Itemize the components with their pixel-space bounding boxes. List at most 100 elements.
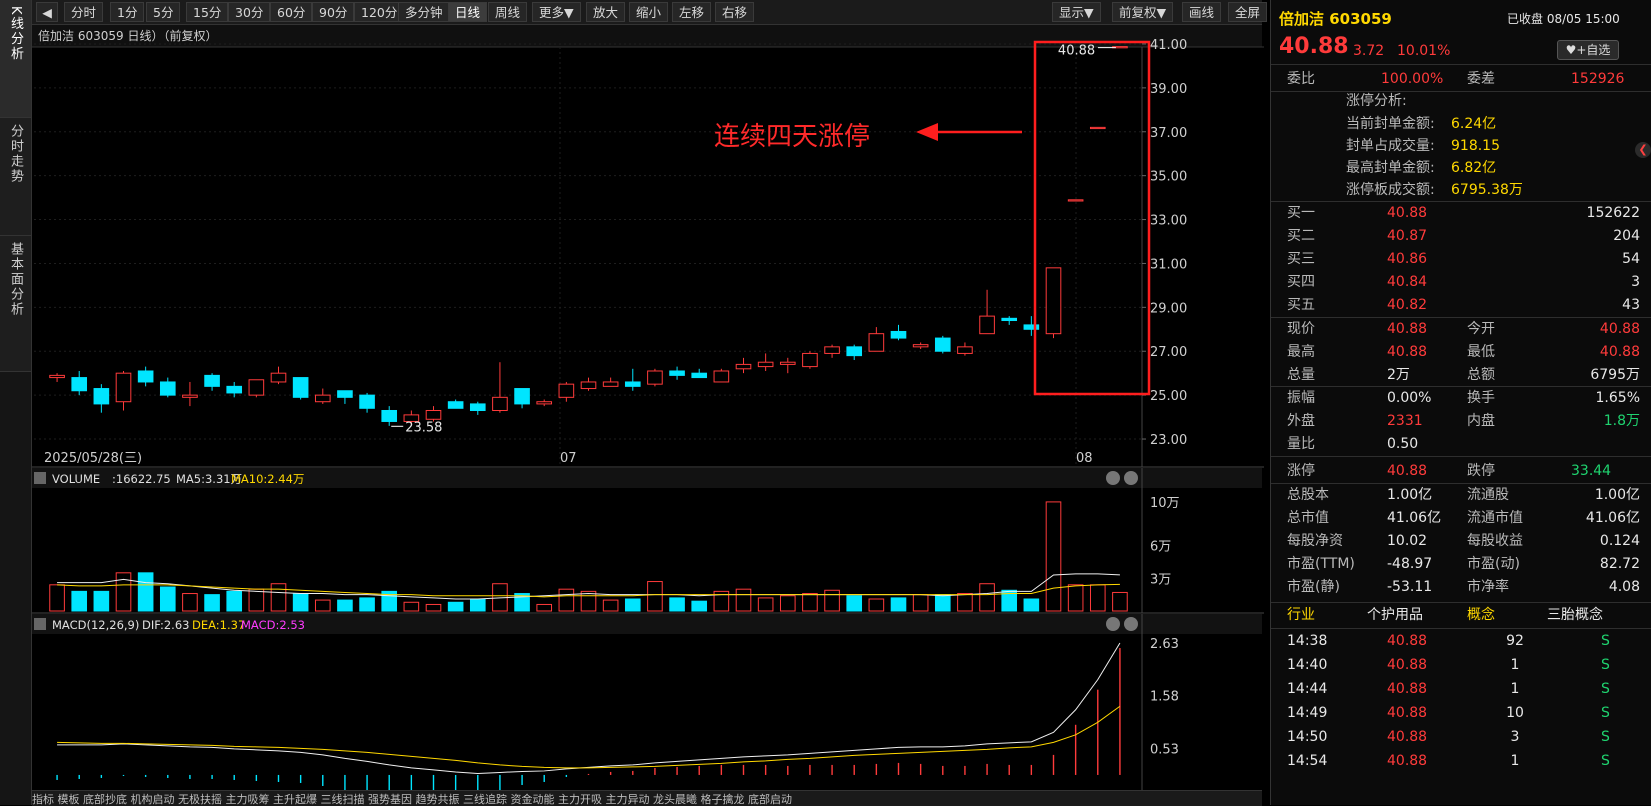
tab-label: 基本面分析 [8, 242, 23, 317]
candle-body [934, 337, 951, 352]
period-label: 多分钟 [405, 5, 443, 20]
back-arrow-icon[interactable]: ◀ [36, 2, 58, 22]
bid-volume: 204 [1613, 228, 1640, 244]
candle-body [957, 346, 973, 354]
price-tick-label: 33.00 [1150, 214, 1187, 229]
tick-volume: 92 [1506, 633, 1524, 649]
period-button[interactable]: 日线 [448, 2, 488, 22]
kline-chart[interactable]: 倍加洁 603059 日线）（前复权） 41.00 39.00 37.00 35.00 3… [32, 25, 1264, 790]
candle-body [1045, 267, 1062, 335]
period-button[interactable]: 30分 [228, 2, 271, 22]
chart-tool-button[interactable]: 左移 [672, 2, 712, 22]
indicator-template-bar[interactable]: 指标 模板 底部抄底 机构启动 无极扶摇 主力吸筹 主升起爆 三线扫描 强势基因… [32, 790, 1262, 806]
tick-price: 40.88 [1387, 705, 1428, 721]
period-button[interactable]: 更多▼ [532, 2, 581, 22]
quote-label: 总额 [1467, 367, 1495, 383]
volume-bar [802, 593, 818, 612]
candle-body [602, 381, 619, 387]
period-button[interactable]: 多分钟 [398, 2, 450, 22]
chart-header-title: 倍加洁 603059 日线）（前复权） [38, 28, 217, 43]
high-price-label: 40.88 [1058, 44, 1095, 59]
concept-label[interactable]: 概念 [1467, 604, 1495, 626]
concept-value[interactable]: 三胎概念 [1547, 604, 1603, 626]
fundamental-label: 市盈(TTM) [1287, 556, 1355, 572]
quote-value: 6795万 [1590, 367, 1640, 383]
volume-bar [1112, 591, 1128, 612]
candle-body [536, 401, 553, 405]
candle-body [846, 346, 863, 357]
candle-body [691, 372, 708, 379]
volume-tick-label: 3万 [1150, 572, 1171, 587]
volume-bar [292, 593, 309, 612]
candle-body [314, 394, 331, 403]
indicator-list: 指标 模板 底部抄底 机构启动 无极扶摇 主力吸筹 主升起爆 三线扫描 强势基因… [32, 793, 792, 806]
macd-dea: DEA:1.37 [192, 618, 245, 632]
candle-body [71, 377, 88, 392]
chart-tool-button[interactable]: 放大 [586, 2, 626, 22]
tool-label: 放大 [593, 5, 619, 20]
toolbar-option-button[interactable]: 全屏 [1228, 2, 1268, 22]
candle-body [292, 377, 309, 398]
limit-analysis-title: 涨停分析: [1346, 93, 1407, 109]
volume-tick-label: 6万 [1150, 540, 1171, 555]
candle-body [890, 330, 907, 339]
period-button[interactable]: 120分 [354, 2, 405, 22]
chart-tool-button[interactable]: 右移 [715, 2, 755, 22]
price-tick-label: 37.00 [1150, 126, 1187, 141]
period-button[interactable]: 60分 [270, 2, 313, 22]
candle-body [669, 370, 685, 376]
macd-tick-label: 1.58 [1150, 690, 1179, 705]
volume-bar [403, 601, 420, 612]
toolbar-option-button[interactable]: 前复权▼ [1112, 2, 1174, 22]
price-tick-label: 31.00 [1150, 257, 1187, 272]
add-watchlist-button[interactable]: ♥+自选 [1557, 40, 1619, 60]
period-button[interactable]: 周线 [488, 2, 528, 22]
candle-body [779, 361, 796, 365]
price-tick-label: 25.00 [1150, 389, 1187, 404]
period-button[interactable]: 5分 [146, 2, 181, 22]
volume-bar [359, 597, 375, 612]
bid-price: 40.87 [1387, 228, 1428, 244]
bid-price: 40.82 [1387, 297, 1428, 313]
tick-volume: 3 [1510, 729, 1520, 745]
quote-value: 40.88 [1387, 344, 1428, 360]
tab-fundamentals[interactable]: 基本面分析 [0, 236, 31, 372]
bid-level-label: 买五 [1287, 297, 1315, 313]
macd-tick-label: 2.63 [1150, 637, 1179, 652]
tick-side: S [1601, 753, 1610, 769]
period-button[interactable]: 1分 [110, 2, 145, 22]
limit-analysis-label: 最高封单金额: [1346, 160, 1435, 176]
industry-value[interactable]: 个护用品 [1367, 604, 1423, 626]
candle-body [1089, 126, 1106, 130]
limit-analysis-value: 6.24亿 [1451, 116, 1497, 132]
quote-label: 现价 [1287, 321, 1315, 337]
period-button[interactable]: 分时 [64, 2, 104, 22]
period-button[interactable]: 15分 [186, 2, 229, 22]
candle-body [159, 381, 176, 396]
tool-label: 缩小 [636, 5, 662, 20]
quote-label: 最高 [1287, 344, 1315, 360]
last-price: 40.88 [1279, 34, 1349, 59]
tick-volume: 10 [1506, 705, 1524, 721]
industry-label[interactable]: 行业 [1287, 604, 1315, 626]
tab-kline-analysis[interactable]: K线分析 [0, 0, 31, 118]
candle-body [115, 372, 132, 403]
volume-bar [779, 595, 796, 612]
candle-body [248, 379, 265, 396]
candle-body [270, 372, 287, 383]
weibi-label: 委比 [1287, 71, 1315, 87]
left-tab-bar: K线分析 分时走势 基本面分析 [0, 0, 32, 805]
chart-tool-button[interactable]: 缩小 [629, 2, 669, 22]
tab-intraday-trend[interactable]: 分时走势 [0, 118, 31, 236]
period-button[interactable]: 90分 [312, 2, 355, 22]
toolbar-option-button[interactable]: 显示▼ [1052, 2, 1101, 22]
candle-body [93, 388, 110, 405]
tick-time: 14:38 [1287, 633, 1328, 649]
volume-value: :16622.75 [112, 472, 171, 486]
limit-analysis-label: 涨停板成交额: [1346, 182, 1435, 198]
stat-value: 2331 [1387, 413, 1423, 429]
collapse-arrow-icon[interactable]: ❮ [1635, 142, 1651, 158]
toolbar-option-button[interactable]: 画线 [1182, 2, 1222, 22]
volume-bar [647, 581, 663, 612]
option-label: 显示▼ [1059, 5, 1094, 20]
